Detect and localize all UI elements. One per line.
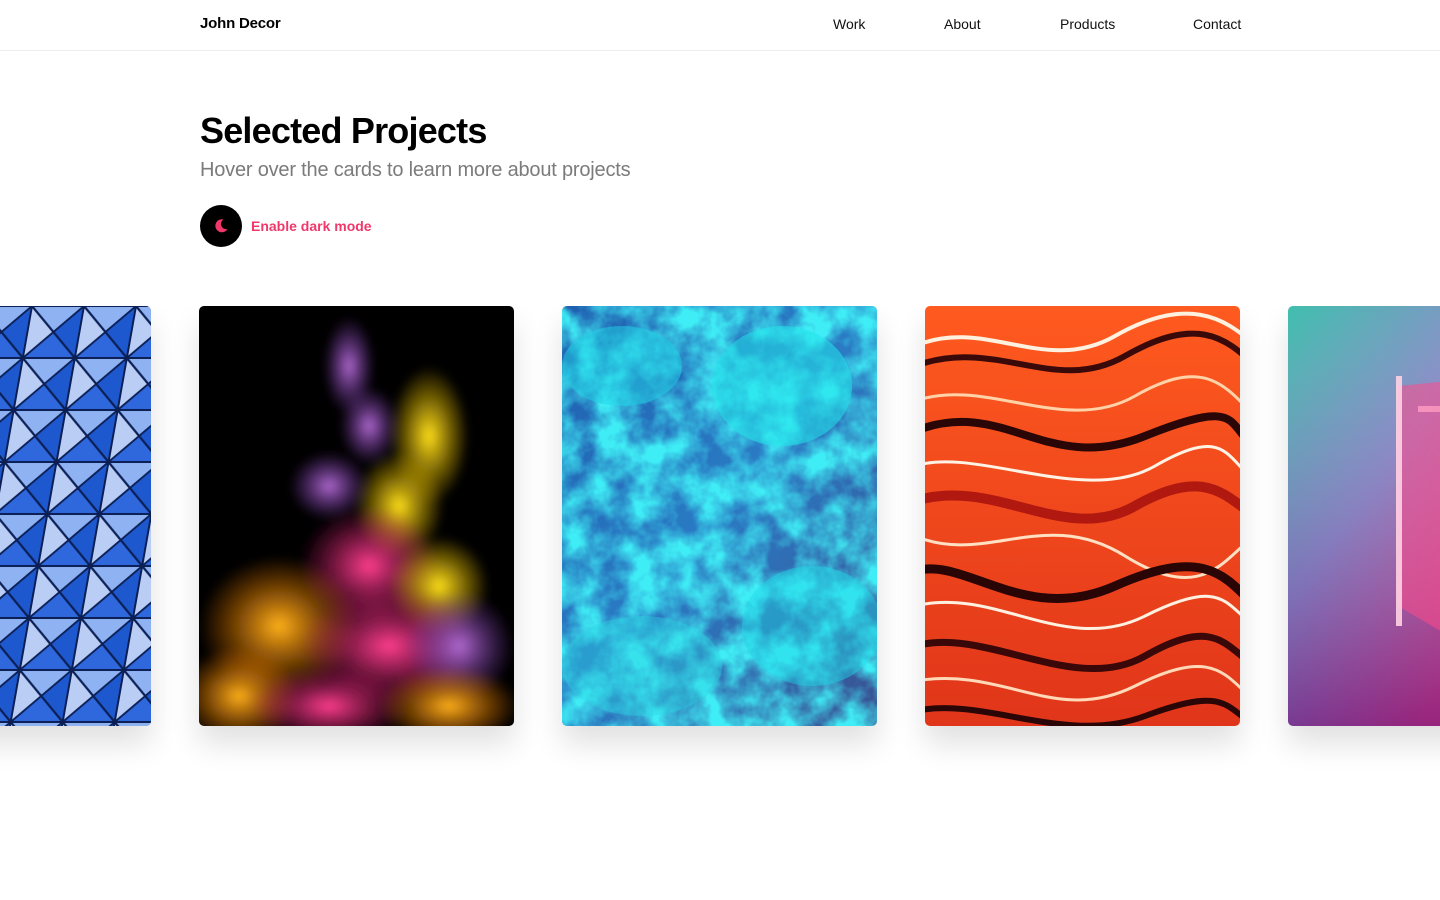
dark-mode-toggle[interactable]: Enable dark mode [200, 204, 372, 247]
nav-link-contact[interactable]: Contact [1193, 16, 1241, 32]
dark-mode-label[interactable]: Enable dark mode [251, 218, 372, 234]
dark-mode-button[interactable] [200, 204, 242, 247]
project-card[interactable] [562, 306, 877, 726]
nav-link-work[interactable]: Work [833, 16, 865, 32]
neon-pink-corridor-image [1288, 306, 1440, 726]
moon-icon [215, 218, 228, 232]
nav-link-about[interactable]: About [944, 16, 981, 32]
nav-link-products[interactable]: Products [1060, 16, 1115, 32]
project-card[interactable] [925, 306, 1240, 726]
turquoise-marble-texture-image [562, 306, 877, 726]
blue-geometric-facade-image [0, 306, 151, 726]
project-card[interactable] [0, 306, 151, 726]
project-cards [0, 306, 1440, 786]
project-card[interactable] [199, 306, 514, 726]
site-header: John Decor Work About Products Contact [0, 0, 1440, 51]
red-orange-marble-waves-image [925, 306, 1240, 726]
main-nav: Work About Products Contact [0, 16, 1440, 36]
project-card[interactable] [1288, 306, 1440, 726]
page-subtitle: Hover over the cards to learn more about… [200, 159, 631, 181]
colorful-ink-smoke-image [199, 306, 514, 726]
page-title: Selected Projects [200, 110, 487, 151]
